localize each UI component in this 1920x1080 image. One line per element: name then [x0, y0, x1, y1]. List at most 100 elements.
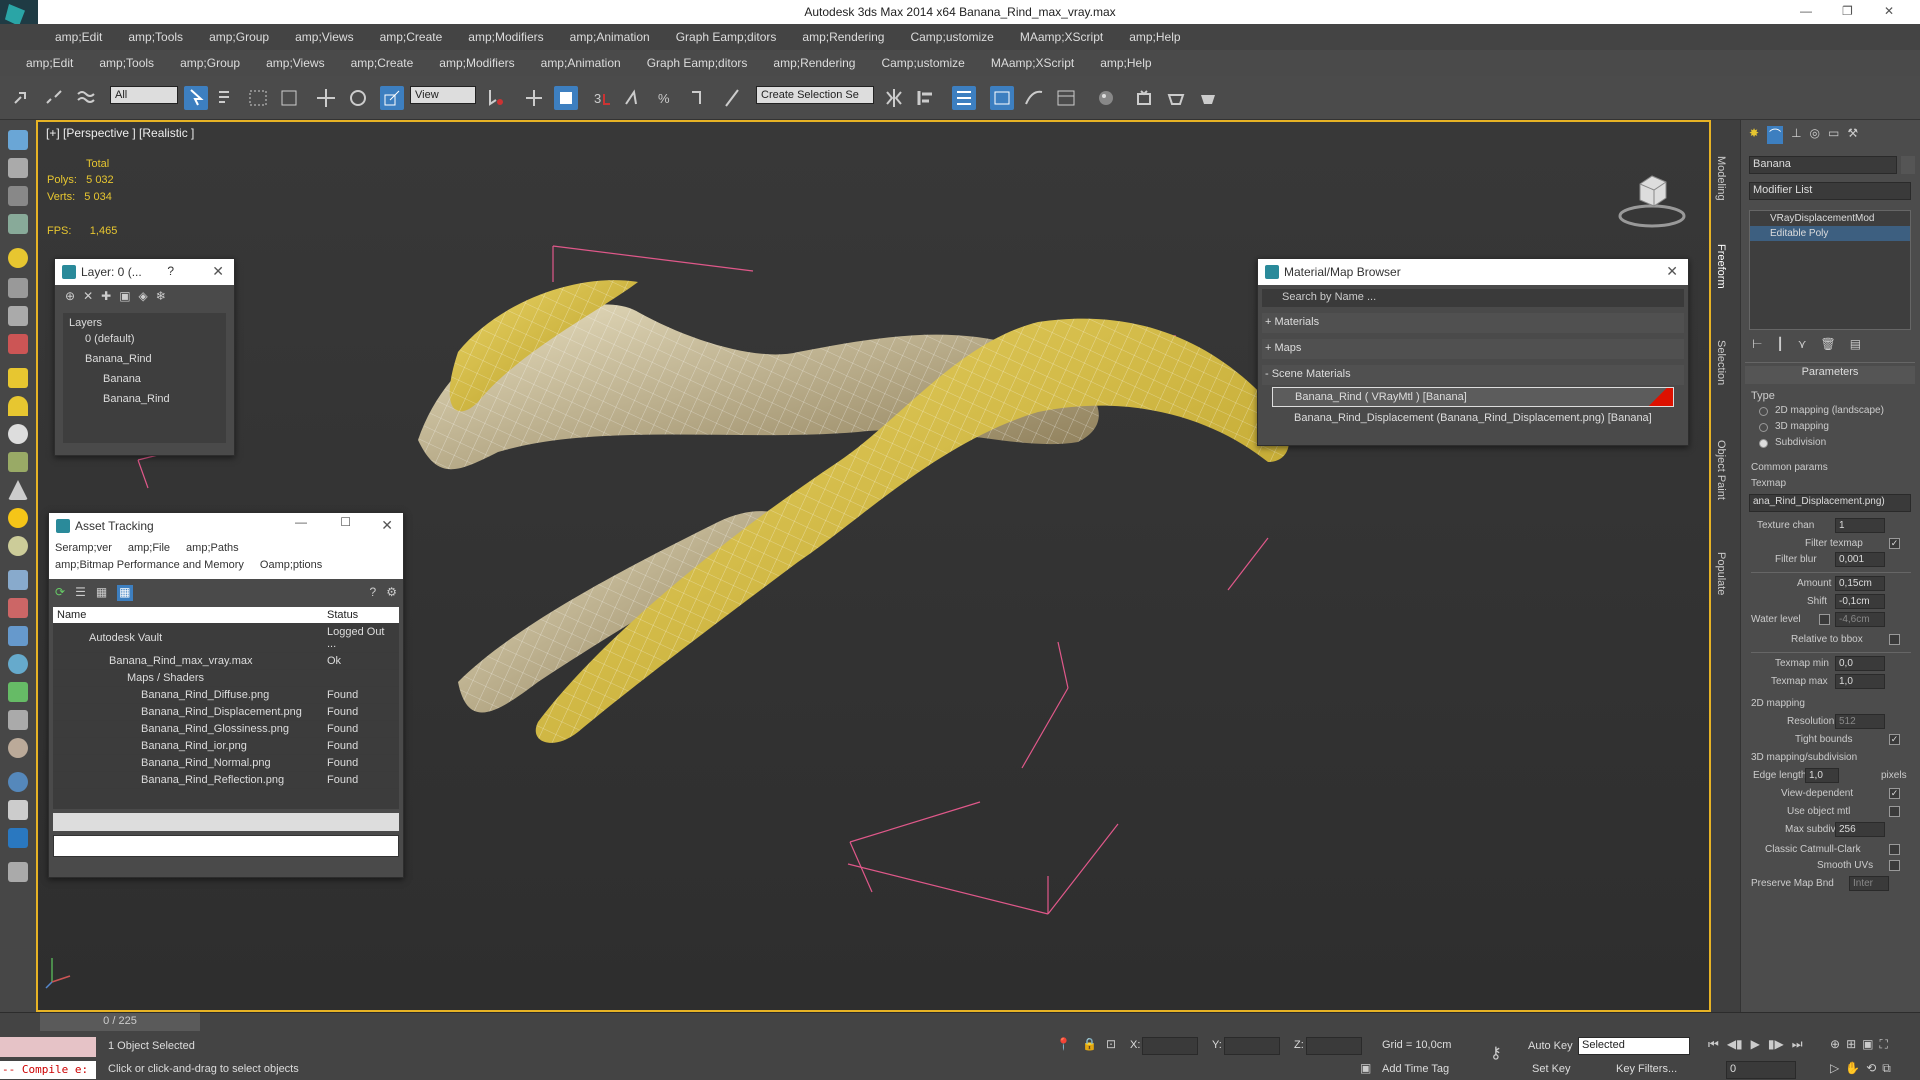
- scale-icon[interactable]: [380, 86, 404, 110]
- table-row[interactable]: Banana_Rind_Reflection.png Found: [53, 771, 399, 789]
- menu-item[interactable]: amp;Rendering: [802, 30, 884, 44]
- cone-icon[interactable]: [8, 480, 28, 500]
- map-item-displacement[interactable]: Banana_Rind_Displacement (Banana_Rind_Di…: [1272, 409, 1674, 429]
- table-row[interactable]: Banana_Rind_Normal.png Found: [53, 754, 399, 772]
- dome-icon[interactable]: [8, 396, 28, 416]
- utilities-tab-icon[interactable]: ⚒: [1847, 126, 1858, 144]
- maximize-button[interactable]: ☐: [340, 515, 351, 529]
- angle-snap-icon[interactable]: [622, 86, 646, 110]
- selection-filter-select[interactable]: All: [110, 86, 178, 104]
- menu-item[interactable]: amp;Views: [295, 30, 353, 44]
- keyboard-shortcut-override-icon[interactable]: [554, 86, 578, 110]
- modify-tab-icon[interactable]: ⌒: [1767, 126, 1784, 144]
- vault-icon[interactable]: ⚙: [386, 585, 397, 601]
- menu-item[interactable]: MAamp;XScript: [991, 56, 1074, 70]
- menu-item[interactable]: amp;Rendering: [773, 56, 855, 70]
- material-ball-icon[interactable]: [8, 772, 28, 792]
- pivot-center-icon[interactable]: [484, 86, 508, 110]
- object-color-swatch[interactable]: [1901, 156, 1915, 174]
- absolute-mode-icon[interactable]: ⊡: [1106, 1037, 1116, 1051]
- maps-rollout[interactable]: + Maps: [1262, 339, 1684, 359]
- table-row[interactable]: Banana_Rind_ior.png Found: [53, 737, 399, 755]
- tight-bounds-checkbox[interactable]: ✓: [1889, 734, 1900, 745]
- z-coord-input[interactable]: [1306, 1037, 1362, 1055]
- filter-texmap-checkbox[interactable]: ✓: [1889, 538, 1900, 549]
- utilities-icon[interactable]: [8, 862, 28, 882]
- previous-frame-icon[interactable]: ◀▮: [1727, 1037, 1743, 1052]
- preserve-map-select[interactable]: Inter: [1849, 876, 1889, 891]
- tab-freeform[interactable]: Freeform: [1715, 244, 1727, 289]
- configure-sets-icon[interactable]: ▤: [1850, 337, 1861, 353]
- menu-item[interactable]: amp;Tools: [99, 56, 154, 70]
- highlight-layer-icon[interactable]: ◈: [139, 289, 148, 307]
- use-object-mtl-checkbox[interactable]: [1889, 806, 1900, 817]
- plant-icon[interactable]: [8, 452, 28, 472]
- key-mode-select[interactable]: Selected: [1578, 1037, 1690, 1055]
- edge-length-input[interactable]: 1,0: [1805, 768, 1839, 783]
- time-slider[interactable]: 0 / 225: [40, 1013, 200, 1031]
- material-search-input[interactable]: Search by Name ...: [1262, 289, 1684, 307]
- tab-object-paint[interactable]: Object Paint: [1715, 440, 1727, 500]
- refresh-icon[interactable]: ⟳: [55, 585, 65, 601]
- menu-options[interactable]: Oamp;ptions: [260, 559, 322, 571]
- snaps-toggle-icon[interactable]: 3: [590, 86, 614, 110]
- shift-input[interactable]: -0,1cm: [1835, 594, 1885, 609]
- table-row[interactable]: Maps / Shaders: [53, 669, 399, 687]
- table-row[interactable]: Banana_Rind_Glossiness.png Found: [53, 720, 399, 738]
- go-to-end-icon[interactable]: ⏭: [1792, 1037, 1803, 1052]
- lock-icon[interactable]: 🔒: [1082, 1037, 1097, 1051]
- tab-selection[interactable]: Selection: [1715, 340, 1727, 385]
- layer-manager-icon[interactable]: [990, 86, 1014, 110]
- zoom-extents-icon[interactable]: ▣: [1862, 1037, 1873, 1052]
- select-manipulate-icon[interactable]: [522, 86, 546, 110]
- make-unique-icon[interactable]: ⋎: [1798, 337, 1807, 353]
- menu-item[interactable]: amp;Edit: [26, 56, 73, 70]
- hierarchy-tab-icon[interactable]: ⊥: [1791, 126, 1801, 144]
- max-toggle-icon[interactable]: ⧉: [1882, 1061, 1891, 1076]
- hf-icon[interactable]: [8, 710, 28, 730]
- close-icon[interactable]: ✕: [381, 517, 393, 534]
- play-icon[interactable]: ▶: [1751, 1037, 1760, 1052]
- relative-bbox-checkbox[interactable]: [1889, 634, 1900, 645]
- key-filters-button[interactable]: Key Filters...: [1616, 1063, 1677, 1075]
- asset-path-field[interactable]: [53, 835, 399, 857]
- camera-icon[interactable]: [8, 278, 28, 298]
- asset-scrollbar[interactable]: [53, 813, 399, 831]
- layer-object-banana-rind[interactable]: Banana_Rind: [69, 393, 220, 413]
- current-frame-input[interactable]: 0: [1726, 1061, 1796, 1079]
- table-view-icon[interactable]: ▦: [117, 585, 133, 601]
- texmap-button[interactable]: ana_Rind_Displacement.png): [1749, 494, 1911, 512]
- percent-snap-icon[interactable]: %: [654, 86, 678, 110]
- menu-item[interactable]: amp;Animation: [541, 56, 621, 70]
- type-2d-radio[interactable]: [1759, 407, 1768, 416]
- y-coord-input[interactable]: [1224, 1037, 1280, 1055]
- render-production-icon[interactable]: [1196, 86, 1220, 110]
- named-selection-set-select[interactable]: Create Selection Se: [756, 86, 874, 104]
- sphere-cage-icon[interactable]: [8, 738, 28, 758]
- schematic-view-icon[interactable]: [1054, 86, 1078, 110]
- zoom-all-icon[interactable]: ⊞: [1846, 1037, 1856, 1052]
- explorer-icon[interactable]: [8, 158, 28, 178]
- bind-spacewarp-icon[interactable]: [74, 86, 98, 110]
- max-subdivs-input[interactable]: 256: [1835, 822, 1885, 837]
- network-icon[interactable]: [8, 626, 28, 646]
- motion-tab-icon[interactable]: ◎: [1810, 126, 1820, 144]
- menu-item[interactable]: amp;Animation: [570, 30, 650, 44]
- material-editor-icon[interactable]: [1094, 86, 1118, 110]
- hair-icon[interactable]: [8, 570, 28, 590]
- layer-item-default[interactable]: 0 (default): [69, 333, 220, 353]
- menu-item[interactable]: MAamp;XScript: [1020, 30, 1103, 44]
- menu-paths[interactable]: amp;Paths: [186, 542, 239, 554]
- type-3d-radio[interactable]: [1759, 423, 1768, 432]
- helper-icon[interactable]: [8, 306, 28, 326]
- col-name[interactable]: Name: [53, 607, 323, 624]
- go-to-start-icon[interactable]: ⏮: [1708, 1037, 1719, 1052]
- zoom-icon[interactable]: ⊕: [1830, 1037, 1840, 1052]
- texchan-input[interactable]: 1: [1835, 518, 1885, 533]
- menu-item[interactable]: amp;Tools: [128, 30, 183, 44]
- maximize-viewport-icon[interactable]: ⛶: [1879, 1037, 1887, 1052]
- list-view-icon[interactable]: ☰: [75, 585, 86, 601]
- new-layer-icon[interactable]: ⊕: [65, 289, 75, 307]
- align-icon[interactable]: [914, 86, 938, 110]
- add-time-tag[interactable]: Add Time Tag: [1382, 1063, 1449, 1075]
